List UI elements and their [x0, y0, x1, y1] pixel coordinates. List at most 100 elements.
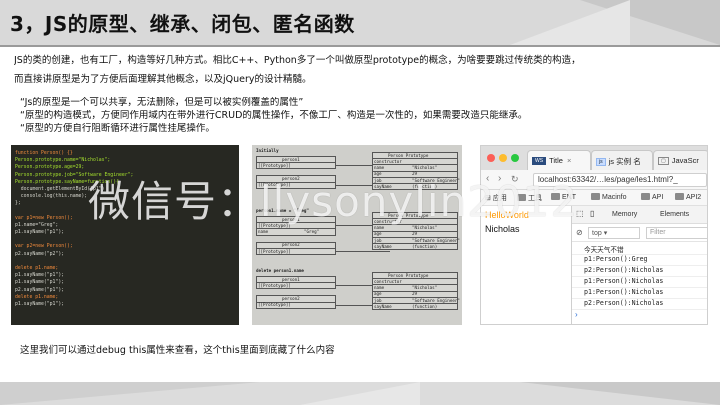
tab-js-example[interactable]: js js 实例 名 — [591, 150, 653, 170]
instance-title: person2 — [282, 175, 300, 181]
prototype-diagram-photo: Initially person1 [[Prototype]] person2 [[Pr… — [252, 145, 462, 325]
tab-elements[interactable]: Elements — [660, 211, 689, 218]
prototype-key: age — [374, 171, 382, 177]
prototype-value: "Software Engineer" — [412, 297, 460, 303]
prototype-value: 29 — [412, 171, 418, 177]
prototype-title: Person Prototype — [388, 212, 429, 218]
minimize-window-dot[interactable] — [499, 154, 507, 162]
console-log-line: 今天天气不错 — [584, 246, 624, 254]
hello-world-text: HelloWorld — [485, 210, 529, 220]
prototype-key: age — [374, 291, 382, 297]
clear-console-icon[interactable]: ⊘ — [576, 228, 583, 237]
instance-value: "Greg" — [304, 229, 320, 235]
context-select[interactable]: top ▾ — [588, 227, 640, 239]
prototype-value: 29 — [412, 231, 418, 237]
instance-key: [[Prototype]] — [258, 248, 291, 254]
prototype-value: "Software Engineer" — [412, 177, 460, 183]
console-log-line: p2:Person():Nicholas — [584, 266, 664, 274]
folder-icon — [551, 193, 560, 200]
bookmark-macinfo[interactable]: Macinfo — [591, 193, 627, 201]
prototype-value: (function) — [412, 183, 438, 189]
bookmark-apps[interactable]: ⊞ 应用 — [485, 193, 507, 203]
intro-paragraph-line-2: 而直接讲原型是为了方便后面理解其他概念，以及jQuery的设计精髓。 — [14, 74, 312, 85]
prototype-title: Person Prototype — [388, 272, 429, 278]
js-favicon-icon: js — [596, 158, 606, 167]
prototype-value: "Nicholas" — [412, 225, 438, 231]
code-line: function Person() {} — [15, 151, 73, 156]
folder-icon — [641, 193, 650, 200]
instance-key: [[Prototype]] — [258, 283, 291, 288]
page-favicon-icon: ▢ — [658, 157, 669, 166]
prototype-key: job — [374, 237, 382, 243]
code-line: document.getElementById("p1") — [15, 186, 105, 192]
quote-3: “原型的方便自行阻断循环进行属性挂尾操作。 — [20, 123, 215, 134]
instance-title: person1 — [282, 276, 300, 282]
bottom-decoration — [0, 382, 720, 405]
prototype-value: "Software Engineer" — [412, 237, 460, 243]
code-line: var p2=new Person(); — [15, 244, 73, 250]
diagram-caption: person1.name = "Greg" — [256, 208, 309, 213]
close-tab-icon[interactable]: × — [567, 156, 571, 165]
instance-title: person2 — [282, 242, 300, 248]
prototype-value: (function) — [412, 243, 438, 249]
chevron-down-icon: ▾ — [603, 230, 608, 237]
pointer-arrow — [336, 250, 390, 252]
reload-icon[interactable]: ↻ — [511, 174, 519, 185]
devtools-tab-bar: ⬚ ▯ Memory Elements — [572, 206, 707, 224]
diagram-caption: delete person1.name — [256, 268, 304, 273]
address-bar[interactable]: localhost:63342/…les/page/les1.html?_ — [533, 173, 707, 187]
forward-arrow-icon[interactable]: › — [498, 173, 501, 184]
code-line: p1.sayName("p1"); — [15, 280, 65, 286]
folder-icon — [675, 193, 684, 200]
maximize-window-dot[interactable] — [511, 154, 519, 162]
console-log-line: p1:Person():Nicholas — [584, 288, 664, 296]
bookmark-tools[interactable]: 工具 — [517, 193, 542, 203]
bookmark-api2[interactable]: API2 — [675, 193, 701, 201]
console-filter-input[interactable]: Filter — [646, 227, 707, 239]
prototype-value: (function) — [412, 303, 438, 309]
tab-javascript[interactable]: ▢ JavaScr — [653, 150, 707, 170]
console-log-line: p1:Person():Nicholas — [584, 277, 664, 285]
title-divider — [0, 45, 720, 47]
code-line: delete p1.name; — [15, 294, 59, 300]
folder-icon — [591, 193, 600, 200]
console-log-line: p2:Person():Nicholas — [584, 299, 664, 307]
code-line: console.log(this.name); — [15, 194, 88, 200]
prototype-value: "Nicholas" — [412, 165, 438, 171]
inspect-icon[interactable]: ⬚ — [576, 209, 584, 218]
prototype-key: age — [374, 231, 382, 237]
code-line: p1.sayName("p1"); — [15, 230, 65, 236]
quote-1: “Js的原型是一个可以共享，无法删除，但是可以被实例覆盖的属性” — [20, 97, 304, 108]
bookmark-api[interactable]: API — [641, 193, 663, 201]
console-toolbar: ⊘ top ▾ Filter — [572, 224, 707, 242]
prototype-title: Person Prototype — [388, 152, 429, 158]
back-arrow-icon[interactable]: ‹ — [486, 173, 489, 184]
code-line: Person.prototype.name="Nicholas"; — [15, 158, 111, 164]
code-screenshot: function Person() {} Person.prototype.nam… — [11, 145, 239, 325]
bookmark-ent[interactable]: ENT — [551, 193, 576, 201]
diagram-caption: Initially — [256, 148, 279, 153]
prototype-key: sayName — [374, 183, 392, 189]
code-line: Person.prototype.sayName=function(){ — [15, 179, 119, 185]
prototype-value: "Nicholas" — [412, 285, 438, 291]
tab-strip: WS Title × js js 实例 名 ▢ JavaScr — [481, 146, 707, 170]
console-output: 今天天气不错 p1:Person():Greg p2:Person():Nichol… — [572, 242, 707, 324]
prototype-value: 29 — [412, 291, 418, 297]
bookmarks-bar: ⊞ 应用 工具 ENT Macinfo API API2 — [481, 190, 707, 206]
close-window-dot[interactable] — [487, 154, 495, 162]
quote-2: “原型的构造模式，方便同作用域内在带外进行CRUD的属性操作，不像工厂、构造是一… — [20, 110, 528, 121]
browser-screenshot: WS Title × js js 实例 名 ▢ JavaScr ‹ › ↻ localh… — [480, 145, 708, 325]
instance-title: person1 — [282, 156, 300, 162]
device-toggle-icon[interactable]: ▯ — [590, 209, 594, 218]
code-line: Person.prototype.job="Software Engineer"… — [15, 172, 134, 178]
code-line: p2.sayName("p2"); — [15, 251, 65, 257]
slide-title: 3，JS的原型、继承、闭包、匿名函数 — [10, 12, 355, 36]
instance-key: [[Prototype]] — [258, 163, 291, 168]
code-line: p1.sayName("p1"); — [15, 273, 65, 279]
tab-title[interactable]: WS Title × — [527, 150, 591, 170]
instance-key: [[Prototype]] — [258, 182, 291, 188]
tab-memory[interactable]: Memory — [612, 211, 637, 218]
console-prompt-icon[interactable]: › — [575, 310, 578, 319]
